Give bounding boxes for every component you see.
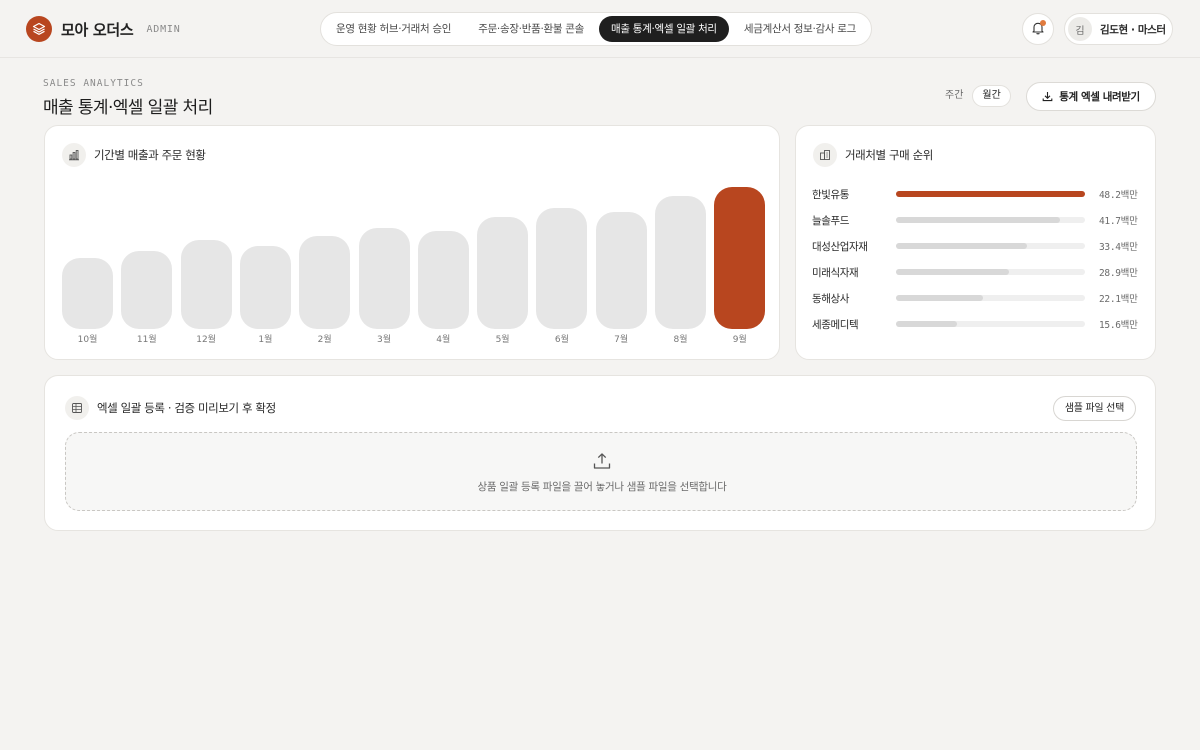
bar-label: 5월 <box>495 335 510 345</box>
rank-bar-fill <box>896 243 1027 249</box>
upload-card-header: 엑셀 일괄 등록 · 검증 미리보기 후 확정 <box>65 396 276 420</box>
buyer-amount: 22.1백만 <box>1099 294 1138 305</box>
buyer-rank-card: 거래처별 구매 순위 한빛유통 48.2백만늘솔푸드 41.7백만대성산업자재 33.… <box>795 125 1156 360</box>
buyer-rank-list: 한빛유통 48.2백만늘솔푸드 41.7백만대성산업자재 33.4백만미래식자재 28.… <box>812 181 1142 337</box>
buyer-name: 미래식자재 <box>812 266 859 279</box>
rank-bar-track <box>896 243 1085 249</box>
upload-card-title: 엑셀 일괄 등록 · 검증 미리보기 후 확정 <box>97 401 276 415</box>
sales-bar-chart <box>62 181 766 329</box>
bar-12[interactable] <box>714 187 766 329</box>
buyer-name: 동해상사 <box>812 292 850 305</box>
export-excel-button[interactable]: 통계 엑셀 내려받기 <box>1026 82 1156 111</box>
main-nav: 운영 현황 허브·거래처 승인 주문·송장·반품·환불 콘솔 매출 통계·엑셀 … <box>320 12 872 46</box>
list-item[interactable]: 대성산업자재 33.4백만 <box>812 233 1142 259</box>
page-eyebrow: SALES ANALYTICS <box>43 78 144 89</box>
bar-label: 8월 <box>673 335 688 345</box>
list-item[interactable]: 세종메디텍 15.6백만 <box>812 311 1142 337</box>
buyer-name: 대성산업자재 <box>812 240 868 253</box>
bar-9[interactable] <box>536 208 588 329</box>
bar-3[interactable] <box>180 240 232 329</box>
buyer-amount: 41.7백만 <box>1099 216 1138 227</box>
bar-chart-icon <box>62 143 86 167</box>
period-weekly[interactable]: 주간 <box>936 85 972 107</box>
rank-bar-track <box>896 191 1085 197</box>
rank-bar-track <box>896 321 1085 327</box>
buildings-icon <box>813 143 837 167</box>
rank-bar-fill <box>896 217 1060 223</box>
bar-label: 2월 <box>317 335 332 345</box>
buyer-amount: 28.9백만 <box>1099 268 1138 279</box>
bar-10[interactable] <box>595 212 647 329</box>
rank-bar-track <box>896 295 1085 301</box>
sales-card-header: 기간별 매출과 주문 현황 <box>62 143 206 167</box>
bar-4[interactable] <box>239 246 291 329</box>
bar-label: 10월 <box>77 335 98 345</box>
rank-card-title: 거래처별 구매 순위 <box>845 148 933 162</box>
brand[interactable]: 모아 오더스 ADMIN <box>26 16 181 42</box>
buyer-name: 한빛유통 <box>812 188 850 201</box>
upload-icon <box>592 451 612 475</box>
dropzone-text: 상품 일괄 등록 파일을 끌어 놓거나 샘플 파일을 선택합니다 <box>477 481 727 493</box>
bar-2[interactable] <box>121 251 173 329</box>
brand-tag: ADMIN <box>146 23 181 35</box>
layers-logo-icon <box>26 16 52 42</box>
bar-5[interactable] <box>299 236 351 329</box>
buyer-amount: 48.2백만 <box>1099 190 1138 201</box>
spreadsheet-icon <box>65 396 89 420</box>
bar-1[interactable] <box>62 257 113 329</box>
tab-sales-analytics[interactable]: 매출 통계·엑셀 일괄 처리 <box>599 16 729 42</box>
tab-order-console[interactable]: 주문·송장·반품·환불 콘솔 <box>466 16 596 42</box>
list-item[interactable]: 한빛유통 48.2백만 <box>812 181 1142 207</box>
bar-label: 1월 <box>258 335 273 345</box>
file-dropzone[interactable]: 상품 일괄 등록 파일을 끌어 놓거나 샘플 파일을 선택합니다 <box>65 432 1137 511</box>
rank-bar-fill <box>896 321 958 327</box>
period-toggle: 주간 월간 <box>936 85 1011 107</box>
select-sample-file-button[interactable]: 샘플 파일 선택 <box>1052 396 1136 421</box>
sales-card-title: 기간별 매출과 주문 현황 <box>94 148 206 162</box>
avatar: 김 <box>1068 17 1092 41</box>
bar-label: 4월 <box>436 335 451 345</box>
buyer-name: 늘솔푸드 <box>812 214 850 227</box>
download-icon <box>1042 92 1053 102</box>
bar-8[interactable] <box>477 217 529 329</box>
rank-bar-fill <box>896 269 1010 275</box>
bar-label: 9월 <box>732 335 747 345</box>
excel-upload-card: 엑셀 일괄 등록 · 검증 미리보기 후 확정 샘플 파일 선택 상품 일괄 등… <box>44 375 1156 531</box>
tab-tax-invoice-audit[interactable]: 세금계산서 정보·감사 로그 <box>732 16 868 42</box>
bar-7[interactable] <box>417 231 469 329</box>
list-item[interactable]: 미래식자재 28.9백만 <box>812 259 1142 285</box>
notifications-button[interactable] <box>1022 13 1054 45</box>
list-item[interactable]: 동해상사 22.1백만 <box>812 285 1142 311</box>
page-title: 매출 통계·엑셀 일괄 처리 <box>43 98 213 118</box>
export-label: 통계 엑셀 내려받기 <box>1059 91 1140 103</box>
bar-label: 12월 <box>196 335 216 345</box>
brand-name: 모아 오더스 <box>61 20 134 39</box>
list-item[interactable]: 늘솔푸드 41.7백만 <box>812 207 1142 233</box>
sales-chart-card: 기간별 매출과 주문 현황 10월 11월 12월 1월 2월 3월 4월 5월 6월 7월 8월 9… <box>44 125 780 360</box>
bar-label: 6월 <box>554 335 569 345</box>
rank-bar-track <box>896 217 1085 223</box>
rank-card-header: 거래처별 구매 순위 <box>813 143 933 167</box>
bar-label: 3월 <box>376 335 391 345</box>
user-menu[interactable]: 김 김도현 · 마스터 <box>1064 13 1173 45</box>
bar-label: 7월 <box>614 335 629 345</box>
bar-6[interactable] <box>358 228 410 329</box>
rank-bar-track <box>896 269 1085 275</box>
rank-bar-fill <box>896 191 1085 197</box>
notification-dot <box>1040 20 1046 26</box>
bar-11[interactable] <box>655 196 706 329</box>
buyer-amount: 15.6백만 <box>1099 320 1138 331</box>
period-monthly[interactable]: 월간 <box>972 85 1011 107</box>
bar-label: 11월 <box>136 335 157 345</box>
rank-bar-fill <box>896 295 983 301</box>
tab-operations-hub[interactable]: 운영 현황 허브·거래처 승인 <box>324 16 463 42</box>
buyer-amount: 33.4백만 <box>1099 242 1138 253</box>
top-bar: 모아 오더스 ADMIN 운영 현황 허브·거래처 승인 주문·송장·반품·환불… <box>0 0 1200 58</box>
user-name: 김도현 · 마스터 <box>1100 23 1166 36</box>
buyer-name: 세종메디텍 <box>812 318 859 331</box>
